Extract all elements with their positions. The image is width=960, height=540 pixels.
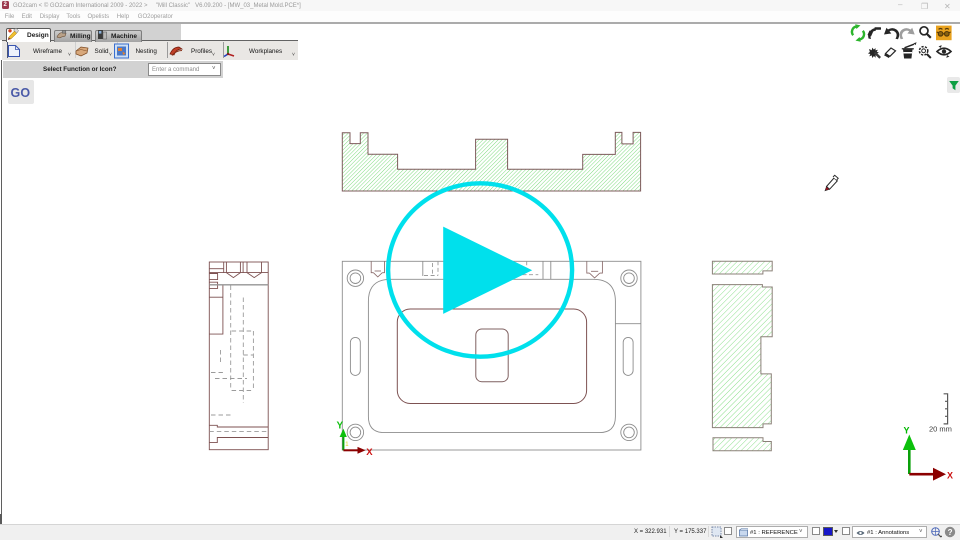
svg-text:X: X <box>947 471 953 481</box>
svg-text:Y: Y <box>904 426 910 436</box>
svg-text:?: ? <box>947 527 952 536</box>
svg-text:1: 1 <box>345 442 349 448</box>
svg-text:20 mm: 20 mm <box>929 425 952 434</box>
svg-text:Y: Y <box>337 421 344 432</box>
svg-text:X: X <box>366 447 373 458</box>
